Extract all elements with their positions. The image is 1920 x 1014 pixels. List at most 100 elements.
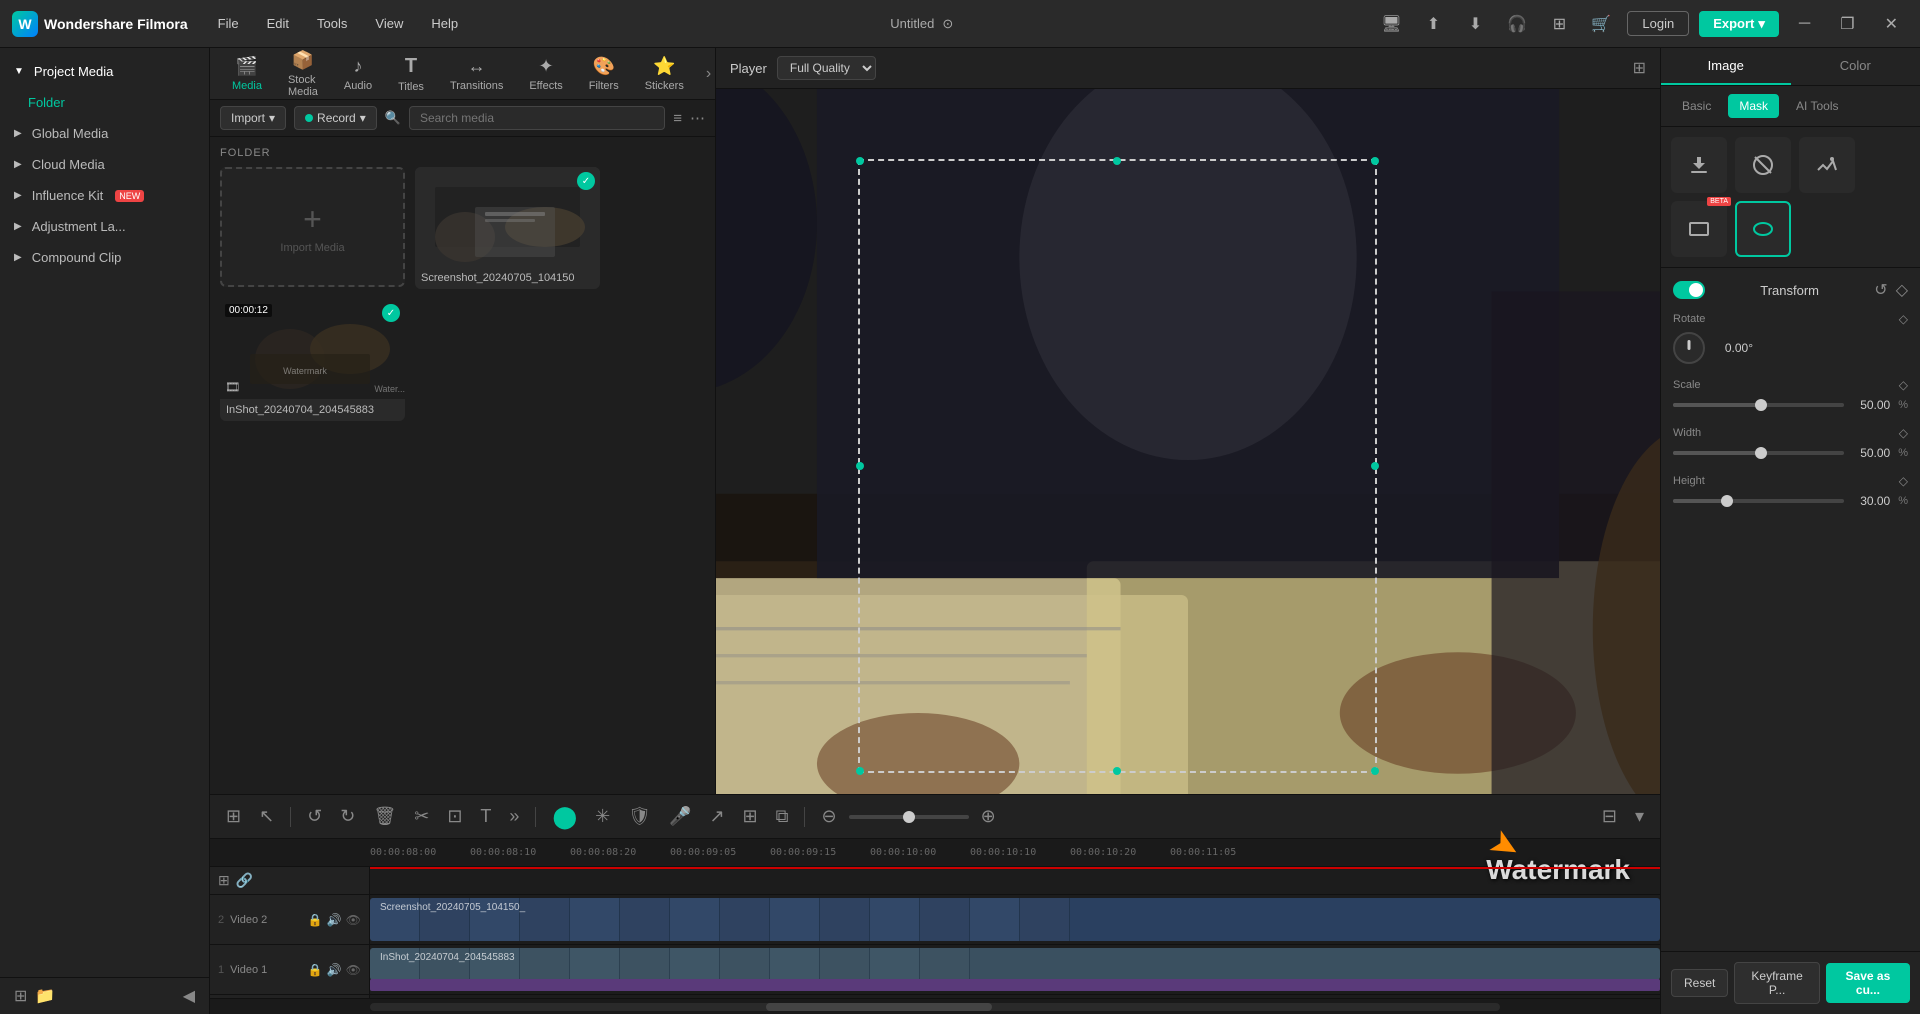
mask-tool-rect[interactable]: BETA [1671,201,1727,257]
scale-slider[interactable] [1673,403,1844,407]
keyframe-button[interactable]: Keyframe P... [1734,962,1819,1004]
timeline-cut-icon[interactable]: ✂ [408,803,435,830]
timeline-layout-icon[interactable]: ⊟ [1596,803,1623,830]
search-input[interactable] [409,106,665,130]
menu-help[interactable]: Help [421,12,468,35]
timeline-zoom-slider[interactable] [849,815,969,819]
folder-icon[interactable]: 📁 [35,986,55,1006]
media-item-video[interactable]: Watermark 00:00:12 🎞 Water... ✓ InShot_2… [220,299,405,421]
subtab-mask[interactable]: Mask [1728,94,1779,118]
track-lane-video1[interactable]: InShot_20240704_204545883 [370,945,1660,995]
sidebar-item-project-media[interactable]: ▼ Project Media [0,56,209,87]
timeline-crop-icon[interactable]: ⊡ [441,803,468,830]
timeline-particles-icon[interactable]: ✳ [589,803,616,830]
mask-tool-pen-cross[interactable] [1735,137,1791,193]
toolbar-titles[interactable]: T Titles [386,51,436,97]
timeline-delete-icon[interactable]: 🗑 [367,803,402,830]
timeline-more-icon[interactable]: » [503,803,525,830]
login-button[interactable]: Login [1627,11,1689,36]
import-button[interactable]: Import ▾ [220,106,286,130]
timeline-mic-icon[interactable]: 🎤 [663,803,697,830]
import-media-placeholder[interactable]: + Import Media [220,167,405,287]
sidebar-item-adjustment[interactable]: ▶ Adjustment La... [0,211,209,242]
toolbar-transitions[interactable]: ↔ Transitions [438,52,515,96]
h-scrollbar-thumb[interactable] [766,1003,992,1011]
mask-tool-download[interactable] [1671,137,1727,193]
grid-icon[interactable]: ⊞ [1543,8,1575,40]
transform-reset-icon[interactable]: ↺ [1874,280,1887,300]
subtab-basic[interactable]: Basic [1671,94,1722,118]
timeline-undo-icon[interactable]: ↺ [301,803,328,830]
transform-toggle[interactable] [1673,281,1705,299]
timeline-zoom-in-icon[interactable]: ⊕ [975,803,1002,830]
video2-clip[interactable]: Screenshot_20240705_104150_ [370,898,1660,941]
subtab-ai-tools[interactable]: AI Tools [1785,94,1849,118]
tab-image[interactable]: Image [1661,48,1791,85]
track-lane-video2[interactable]: Screenshot_20240705_104150_ [370,895,1660,945]
timeline-record-button[interactable]: ⬤ [546,801,583,833]
sidebar-item-compound-clip[interactable]: ▶ Compound Clip [0,242,209,273]
download-cloud-icon[interactable]: ⬇ [1459,8,1491,40]
timeline-export-icon[interactable]: ↗ [703,803,730,830]
track1-eye-icon[interactable]: 👁 [346,963,361,977]
timeline-redo-icon[interactable]: ↻ [334,803,361,830]
menu-file[interactable]: File [208,12,249,35]
shop-icon[interactable]: 🛒 [1585,8,1617,40]
menu-view[interactable]: View [365,12,413,35]
width-slider[interactable] [1673,451,1844,455]
timeline-select-icon[interactable]: ↖ [253,803,280,830]
add-media-icon[interactable]: ⊞ [14,986,27,1006]
timeline-layout-chevron-icon[interactable]: ▾ [1629,803,1650,830]
video1-clip[interactable]: InShot_20240704_204545883 [370,948,1660,980]
width-keyframe-icon[interactable]: ◇ [1899,426,1908,440]
timeline-zoom-out-icon[interactable]: ⊖ [815,803,842,830]
rotate-knob[interactable] [1673,332,1705,364]
track-volume-icon[interactable]: 🔊 [327,913,342,927]
scale-thumb[interactable] [1755,399,1767,411]
timeline-text-icon[interactable]: T [474,803,497,830]
timeline-grid-icon[interactable]: ⊞ [220,803,247,830]
sidebar-item-global-media[interactable]: ▶ Global Media [0,118,209,149]
mask-tool-ellipse[interactable] [1735,201,1791,257]
save-icon[interactable]: ⊙ [942,16,953,32]
more-options-icon[interactable]: ⋯ [690,109,705,127]
toolbar-filters[interactable]: 🎨 Filters [577,52,631,96]
maximize-button[interactable]: ❐ [1830,14,1864,34]
sidebar-item-influence-kit[interactable]: ▶ Influence Kit NEW [0,180,209,211]
sidebar-item-cloud-media[interactable]: ▶ Cloud Media [0,149,209,180]
toolbar-stickers[interactable]: ⭐ Stickers [633,52,696,96]
transform-diamond-icon[interactable]: ◇ [1896,280,1908,300]
track-lock-icon[interactable]: 🔒 [308,913,323,927]
toolbar-stock-media[interactable]: 📦 Stock Media [276,46,330,102]
menu-edit[interactable]: Edit [257,12,299,35]
timeline-shield-icon[interactable]: 🛡 [622,803,657,830]
scale-keyframe-icon[interactable]: ◇ [1899,378,1908,392]
h-scrollbar-track[interactable] [370,1003,1500,1011]
headphone-icon[interactable]: 🎧 [1501,8,1533,40]
reset-button[interactable]: Reset [1671,969,1728,997]
quality-select[interactable]: Full Quality [777,56,876,80]
export-chevron-icon[interactable]: ▾ [1758,16,1765,32]
monitor-icon[interactable]: 🖥 [1375,8,1407,40]
save-as-custom-button[interactable]: Save as cu... [1826,963,1910,1003]
audio-clip-video1[interactable] [370,979,1660,991]
height-slider[interactable] [1673,499,1844,503]
add-track-icon[interactable]: ⊞ [218,872,230,889]
record-button[interactable]: Record ▾ [294,106,377,130]
tab-color[interactable]: Color [1791,48,1920,85]
filter-icon[interactable]: ≡ [673,110,682,127]
toolbar-media[interactable]: 🎬 Media [220,52,274,96]
toolbar-effects[interactable]: ✦ Effects [517,52,574,96]
minimize-button[interactable]: ─ [1789,15,1820,33]
height-thumb[interactable] [1721,495,1733,507]
height-keyframe-icon[interactable]: ◇ [1899,474,1908,488]
track1-volume-icon[interactable]: 🔊 [327,963,342,977]
toolbar-audio[interactable]: ♪ Audio [332,52,384,96]
menu-tools[interactable]: Tools [307,12,357,35]
width-thumb[interactable] [1755,447,1767,459]
track1-lock-icon[interactable]: 🔒 [308,963,323,977]
mask-tool-pen-draw[interactable] [1799,137,1855,193]
timeline-transition-icon[interactable]: ⊞ [737,803,764,830]
track-eye-icon[interactable]: 👁 [346,913,361,927]
sidebar-item-folder[interactable]: Folder [0,87,209,118]
